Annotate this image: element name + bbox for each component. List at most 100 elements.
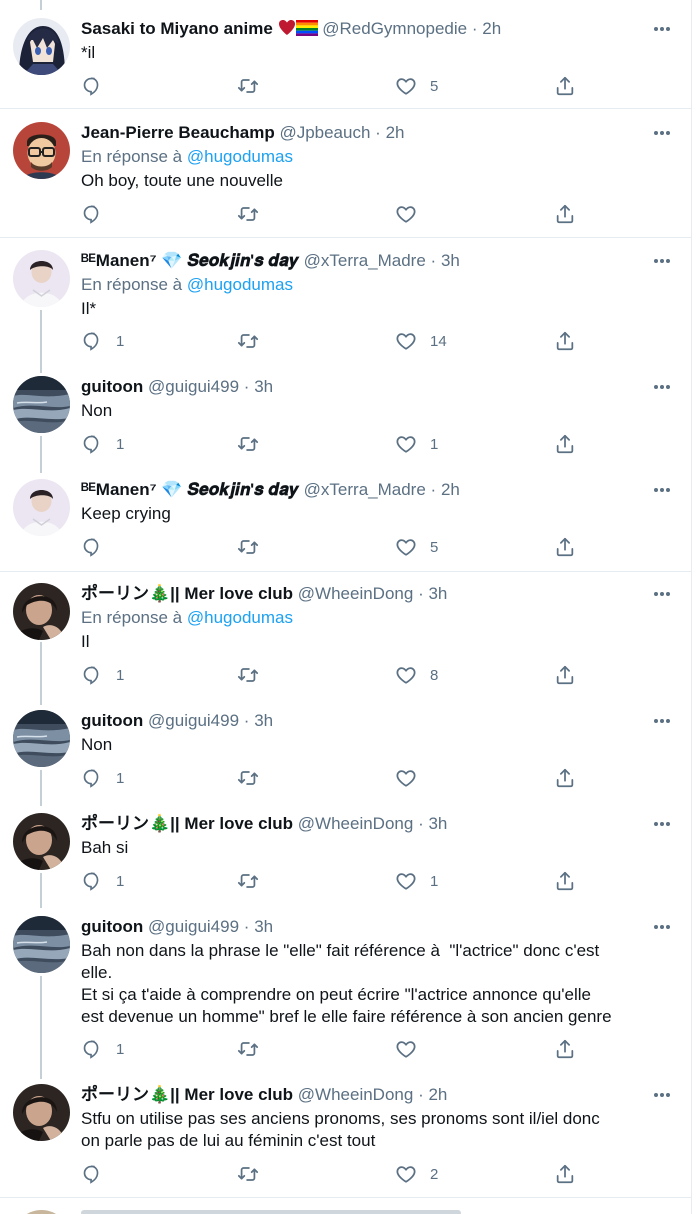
share-button[interactable]: [554, 767, 576, 789]
share-button[interactable]: [554, 330, 576, 352]
more-icon[interactable]: [651, 710, 673, 732]
timestamp[interactable]: 3h: [441, 251, 460, 270]
display-name[interactable]: Jean-Pierre Beauchamp: [81, 123, 275, 142]
reply-button[interactable]: [81, 1163, 116, 1185]
display-name[interactable]: ᴮᴱManen⁷ 💎 𝑺𝒆𝒐𝒌𝒋𝒊𝒏'𝒔 𝒅𝒂𝒚: [81, 251, 299, 270]
like-button[interactable]: 5: [395, 75, 438, 97]
mention-link[interactable]: @hugodumas: [187, 147, 293, 166]
user-handle[interactable]: @guigui499: [148, 711, 239, 730]
retweet-button[interactable]: [237, 664, 272, 686]
more-icon[interactable]: [651, 18, 673, 40]
reply-button[interactable]: [81, 75, 116, 97]
retweet-button[interactable]: [237, 203, 272, 225]
reply-button[interactable]: 1: [81, 1038, 124, 1060]
tweet[interactable]: ポーリン🎄|| Mer love club @WheeinDong · 2h St…: [0, 1072, 691, 1198]
user-handle[interactable]: @WheeinDong: [298, 584, 414, 603]
share-button[interactable]: [554, 203, 576, 225]
share-button[interactable]: [554, 870, 576, 892]
display-name[interactable]: ポーリン🎄|| Mer love club: [81, 1085, 293, 1104]
like-button[interactable]: [395, 767, 430, 789]
more-icon[interactable]: [651, 376, 673, 398]
share-button[interactable]: [554, 536, 576, 558]
display-name[interactable]: ポーリン🎄|| Mer love club: [81, 814, 293, 833]
retweet-button[interactable]: [237, 1163, 272, 1185]
like-button[interactable]: 8: [395, 664, 438, 686]
tweet[interactable]: guitoon @guigui499 · 3h Bah non dans la p…: [0, 904, 691, 1079]
more-icon[interactable]: [651, 479, 673, 501]
retweet-button[interactable]: [237, 433, 272, 455]
timestamp[interactable]: 3h: [254, 711, 273, 730]
user-handle[interactable]: @xTerra_Madre: [304, 480, 426, 499]
retweet-button[interactable]: [237, 330, 272, 352]
more-icon[interactable]: [651, 1084, 673, 1106]
user-handle[interactable]: @WheeinDong: [298, 814, 414, 833]
mention-link[interactable]: @hugodumas: [187, 608, 293, 627]
avatar[interactable]: [13, 916, 70, 973]
like-button[interactable]: 1: [395, 433, 438, 455]
timestamp[interactable]: 2h: [428, 1085, 447, 1104]
user-handle[interactable]: @guigui499: [148, 917, 239, 936]
retweet-button[interactable]: [237, 536, 272, 558]
tweet[interactable]: ᴮᴱManen⁷ 💎 𝑺𝒆𝒐𝒌𝒋𝒊𝒏'𝒔 𝒅𝒂𝒚 @xTerra_Madre ·…: [0, 467, 691, 572]
user-handle[interactable]: @xTerra_Madre: [304, 251, 426, 270]
share-button[interactable]: [554, 1038, 576, 1060]
tweet[interactable]: guitoon @guigui499 · 3h Non 1 1: [0, 364, 691, 473]
tweet[interactable]: guitoon @guigui499 · 3h Non 1: [0, 698, 691, 806]
display-name[interactable]: ポーリン🎄|| Mer love club: [81, 584, 293, 603]
display-name[interactable]: guitoon: [81, 917, 143, 936]
user-handle[interactable]: @WheeinDong: [298, 1085, 414, 1104]
timestamp[interactable]: 3h: [428, 584, 447, 603]
avatar[interactable]: [13, 376, 70, 433]
avatar[interactable]: [13, 1210, 70, 1214]
like-button[interactable]: 14: [395, 330, 447, 352]
display-name[interactable]: Sasaki to Miyano anime: [81, 19, 273, 38]
like-button[interactable]: 5: [395, 536, 438, 558]
timestamp[interactable]: 2h: [482, 19, 501, 38]
retweet-button[interactable]: [237, 1038, 272, 1060]
avatar[interactable]: [13, 583, 70, 640]
tweet[interactable]: Sasaki to Miyano anime @RedGymnopedie · …: [0, 0, 691, 109]
share-button[interactable]: [554, 664, 576, 686]
like-button[interactable]: [395, 203, 430, 225]
share-button[interactable]: [554, 1163, 576, 1185]
share-button[interactable]: [554, 75, 576, 97]
like-button[interactable]: 2: [395, 1163, 438, 1185]
user-handle[interactable]: @Jpbeauch: [279, 123, 370, 142]
avatar[interactable]: [13, 1084, 70, 1141]
reply-button[interactable]: [81, 536, 116, 558]
display-name[interactable]: guitoon: [81, 711, 143, 730]
retweet-button[interactable]: [237, 75, 272, 97]
timestamp[interactable]: 3h: [254, 377, 273, 396]
user-handle[interactable]: @RedGymnopedie: [322, 19, 467, 38]
reply-button[interactable]: 1: [81, 330, 124, 352]
timestamp[interactable]: 2h: [441, 480, 460, 499]
avatar[interactable]: [13, 122, 70, 179]
like-button[interactable]: [395, 1038, 430, 1060]
avatar[interactable]: [13, 250, 70, 307]
more-icon[interactable]: [651, 250, 673, 272]
like-button[interactable]: 1: [395, 870, 438, 892]
share-button[interactable]: [554, 433, 576, 455]
avatar[interactable]: [13, 710, 70, 767]
timestamp[interactable]: 3h: [254, 917, 273, 936]
avatar[interactable]: [13, 18, 70, 75]
retweet-button[interactable]: [237, 767, 272, 789]
reply-button[interactable]: 1: [81, 767, 124, 789]
reply-button[interactable]: 1: [81, 870, 124, 892]
user-handle[interactable]: @guigui499: [148, 377, 239, 396]
display-name[interactable]: guitoon: [81, 377, 143, 396]
reply-button[interactable]: 1: [81, 433, 124, 455]
timestamp[interactable]: 3h: [428, 814, 447, 833]
tweet[interactable]: ポーリン🎄|| Mer love club @WheeinDong · 3h En…: [0, 572, 691, 705]
more-icon[interactable]: [651, 122, 673, 144]
reply-button[interactable]: 1: [81, 664, 124, 686]
more-icon[interactable]: [651, 813, 673, 835]
more-icon[interactable]: [651, 583, 673, 605]
mention-link[interactable]: @hugodumas: [187, 275, 293, 294]
avatar[interactable]: [13, 813, 70, 870]
tweet[interactable]: Jean-Pierre Beauchamp @Jpbeauch · 2h En r…: [0, 109, 691, 238]
avatar[interactable]: [13, 479, 70, 536]
more-icon[interactable]: [651, 916, 673, 938]
timestamp[interactable]: 2h: [386, 123, 405, 142]
tweet[interactable]: ポーリン🎄|| Mer love club @WheeinDong · 3h Ba…: [0, 801, 691, 908]
